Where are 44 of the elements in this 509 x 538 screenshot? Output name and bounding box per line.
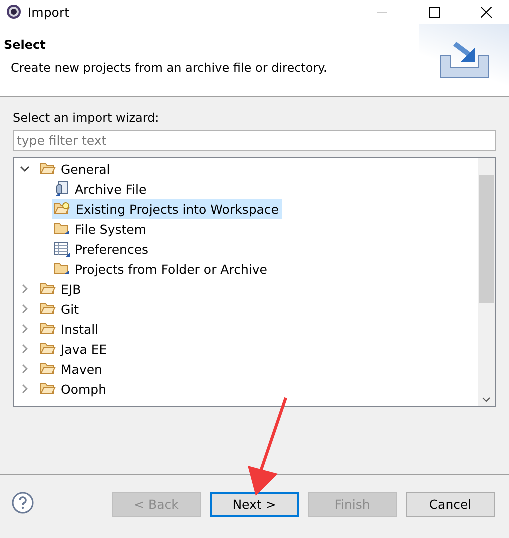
expand-chevron-icon[interactable]: [22, 304, 28, 314]
folder-icon: [40, 282, 56, 296]
tree-item[interactable]: Existing Projects into Workspace: [52, 199, 282, 219]
dialog-button[interactable]: Cancel: [406, 492, 495, 517]
tree-item[interactable]: Git: [38, 299, 82, 319]
help-icon[interactable]: [12, 492, 34, 514]
wizard-label: Select an import wizard:: [13, 111, 160, 125]
tree-item[interactable]: Install: [38, 319, 102, 339]
page-description: Create new projects from an archive file or directory.: [11, 61, 328, 75]
maximize-icon[interactable]: [428, 6, 440, 18]
tree-item[interactable]: Java EE: [38, 339, 110, 359]
folder-icon: [40, 322, 56, 336]
folder-icon: [40, 382, 56, 396]
project-folder-icon: [54, 202, 71, 216]
dialog-button[interactable]: Next >: [210, 492, 299, 517]
table-icon: [54, 242, 70, 256]
expand-chevron-icon[interactable]: [22, 364, 28, 374]
expand-chevron-icon[interactable]: [22, 344, 28, 354]
tree-item[interactable]: EJB: [38, 279, 84, 299]
folder-icon: [40, 302, 56, 316]
tree-item[interactable]: File System: [52, 219, 150, 239]
folder-icon: [54, 222, 70, 236]
folder-icon: [40, 362, 56, 376]
tree-item[interactable]: Archive File: [52, 179, 150, 199]
collapse-chevron-icon[interactable]: [20, 166, 30, 172]
folder-icon: [54, 262, 70, 276]
tree-item[interactable]: Oomph: [38, 379, 110, 399]
folder-icon: [40, 162, 56, 176]
scroll-down-icon[interactable]: [482, 397, 491, 403]
scrollbar[interactable]: [478, 158, 495, 406]
tree-item[interactable]: General: [38, 159, 114, 179]
tree-item[interactable]: Preferences: [52, 239, 152, 259]
folder-icon: [40, 342, 56, 356]
filter-field[interactable]: type filter text: [13, 130, 496, 151]
expand-chevron-icon[interactable]: [22, 284, 28, 294]
window-title: Import: [28, 4, 70, 20]
close-icon[interactable]: [480, 6, 492, 18]
expand-chevron-icon[interactable]: [22, 324, 28, 334]
tree-item[interactable]: Maven: [38, 359, 106, 379]
page-title: Select: [4, 38, 47, 52]
tree-item[interactable]: Projects from Folder or Archive: [52, 259, 270, 279]
import-tray-icon: [439, 42, 491, 80]
jar-icon: [54, 181, 70, 197]
expand-chevron-icon[interactable]: [22, 384, 28, 394]
